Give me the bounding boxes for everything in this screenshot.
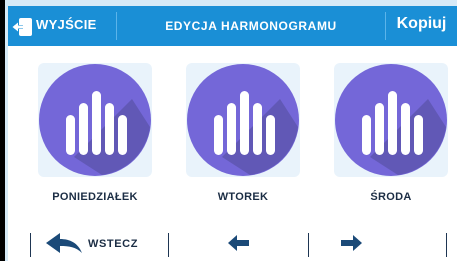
day-label: ŚRODA [370,191,412,203]
day-tile-monday[interactable]: PONIEDZIAŁEK [32,57,158,217]
schedule-bars-icon [334,63,448,177]
day-tile-tuesday[interactable]: WTOREK [180,57,306,217]
exit-icon [12,18,32,36]
footer-nav: WSTECZ [8,223,457,261]
schedule-bars-icon [38,63,152,177]
arrow-left-icon [228,235,249,251]
back-label: WSTECZ [88,238,139,250]
day-tile-wednesday[interactable]: ŚRODA [328,57,454,217]
exit-button[interactable]: WYJŚCIE [8,6,116,46]
day-label: PONIEDZIAŁEK [52,191,138,203]
previous-button[interactable] [170,229,308,259]
day-grid: PONIEDZIAŁEK WTOREK ŚRODA [8,46,457,223]
footer-divider [308,233,309,257]
footer-divider [446,233,447,257]
day-label: WTOREK [217,191,269,203]
copy-button[interactable]: Kopiuj [386,15,457,33]
schedule-bars-icon [186,63,300,177]
back-button[interactable]: WSTECZ [30,229,168,259]
back-arrow-icon [46,233,82,253]
header-bar: WYJŚCIE EDYCJA HARMONOGRAMU Kopiuj [8,6,457,46]
exit-label: WYJŚCIE [36,17,97,32]
page-title: EDYCJA HARMONOGRAMU [165,19,337,33]
next-button[interactable] [310,229,446,259]
arrow-right-icon [341,235,362,251]
left-border [0,0,5,261]
footer-divider [168,233,169,257]
